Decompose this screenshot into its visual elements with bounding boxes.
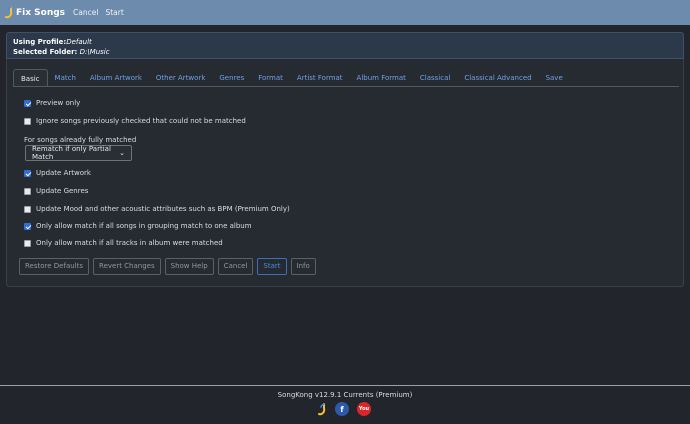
ignore-previous-checkbox[interactable]: [24, 117, 31, 125]
tab-genres[interactable]: Genres: [212, 69, 251, 87]
settings-panel: Basic Match Album Artwork Other Artwork …: [6, 59, 684, 287]
preview-only-checkbox[interactable]: [24, 99, 31, 107]
top-bar: Fix Songs Cancel Start: [0, 0, 690, 25]
ignore-previous-option[interactable]: Ignore songs previously checked that cou…: [24, 117, 246, 125]
revert-changes-button[interactable]: Revert Changes: [93, 258, 161, 275]
nav-cancel-link[interactable]: Cancel: [73, 8, 98, 17]
update-genres-option[interactable]: Update Genres: [24, 187, 88, 195]
profile-info: Using Profile:Default Selected Folder: D…: [6, 32, 684, 59]
only-grouping-option[interactable]: Only allow match if all songs in groupin…: [24, 222, 252, 230]
cancel-button[interactable]: Cancel: [217, 258, 254, 275]
songkong-logo-icon: [5, 6, 13, 19]
already-matched-label: For songs already fully matched: [24, 136, 137, 144]
songkong-icon[interactable]: [317, 402, 327, 416]
page-title: Fix Songs: [16, 7, 66, 18]
folder-line: Selected Folder: D:\Music: [13, 47, 677, 57]
profile-value: Default: [66, 38, 92, 46]
update-artwork-checkbox[interactable]: [24, 169, 31, 177]
footer-divider: [0, 385, 690, 386]
tab-divider: [13, 86, 679, 87]
facebook-icon[interactable]: f: [335, 402, 349, 416]
tab-classical-advanced[interactable]: Classical Advanced: [457, 69, 538, 87]
tab-basic[interactable]: Basic: [13, 69, 48, 87]
tab-save[interactable]: Save: [539, 69, 570, 87]
footer-icons: f You: [317, 402, 379, 416]
preview-only-label: Preview only: [36, 99, 81, 107]
tab-artist-format[interactable]: Artist Format: [290, 69, 350, 87]
action-buttons: Restore Defaults Revert Changes Show Hel…: [19, 258, 320, 275]
update-artwork-option[interactable]: Update Artwork: [24, 169, 91, 177]
tab-bar: Basic Match Album Artwork Other Artwork …: [13, 69, 570, 87]
update-genres-label: Update Genres: [36, 187, 89, 195]
restore-defaults-button[interactable]: Restore Defaults: [19, 258, 90, 275]
youtube-icon-text: You: [358, 406, 370, 412]
only-all-tracks-checkbox[interactable]: [24, 239, 31, 247]
ignore-previous-label: Ignore songs previously checked that cou…: [36, 117, 246, 125]
tab-other-artwork[interactable]: Other Artwork: [149, 69, 212, 87]
only-grouping-checkbox[interactable]: [24, 222, 31, 230]
tab-match[interactable]: Match: [48, 69, 83, 87]
footer-version: SongKong v12.9.1 Currents (Premium): [277, 391, 413, 399]
update-mood-checkbox[interactable]: [24, 205, 31, 213]
only-all-tracks-label: Only allow match if all tracks in album …: [36, 239, 223, 247]
tab-classical[interactable]: Classical: [413, 69, 457, 87]
tab-album-artwork[interactable]: Album Artwork: [83, 69, 149, 87]
only-all-tracks-option[interactable]: Only allow match if all tracks in album …: [24, 239, 223, 247]
already-matched-select[interactable]: Rematch if only Partial Match ⌄: [25, 145, 132, 161]
tab-album-format[interactable]: Album Format: [350, 69, 413, 87]
preview-only-option[interactable]: Preview only: [24, 99, 80, 107]
info-button[interactable]: Info: [290, 258, 316, 275]
folder-value: D:\Music: [79, 48, 110, 56]
youtube-icon[interactable]: You: [357, 402, 371, 416]
update-mood-option[interactable]: Update Mood and other acoustic attribute…: [24, 205, 290, 213]
tab-format[interactable]: Format: [251, 69, 290, 87]
start-button[interactable]: Start: [257, 258, 287, 275]
update-artwork-label: Update Artwork: [36, 169, 91, 177]
chevron-down-icon: ⌄: [119, 149, 125, 157]
folder-label: Selected Folder:: [13, 48, 78, 56]
only-grouping-label: Only allow match if all songs in groupin…: [36, 222, 252, 230]
profile-line: Using Profile:Default: [13, 37, 677, 47]
update-mood-label: Update Mood and other acoustic attribute…: [36, 205, 290, 213]
already-matched-value: Rematch if only Partial Match: [32, 145, 111, 161]
profile-label: Using Profile:: [13, 38, 67, 46]
show-help-button[interactable]: Show Help: [164, 258, 214, 275]
update-genres-checkbox[interactable]: [24, 187, 31, 195]
nav-start-link[interactable]: Start: [105, 8, 123, 17]
